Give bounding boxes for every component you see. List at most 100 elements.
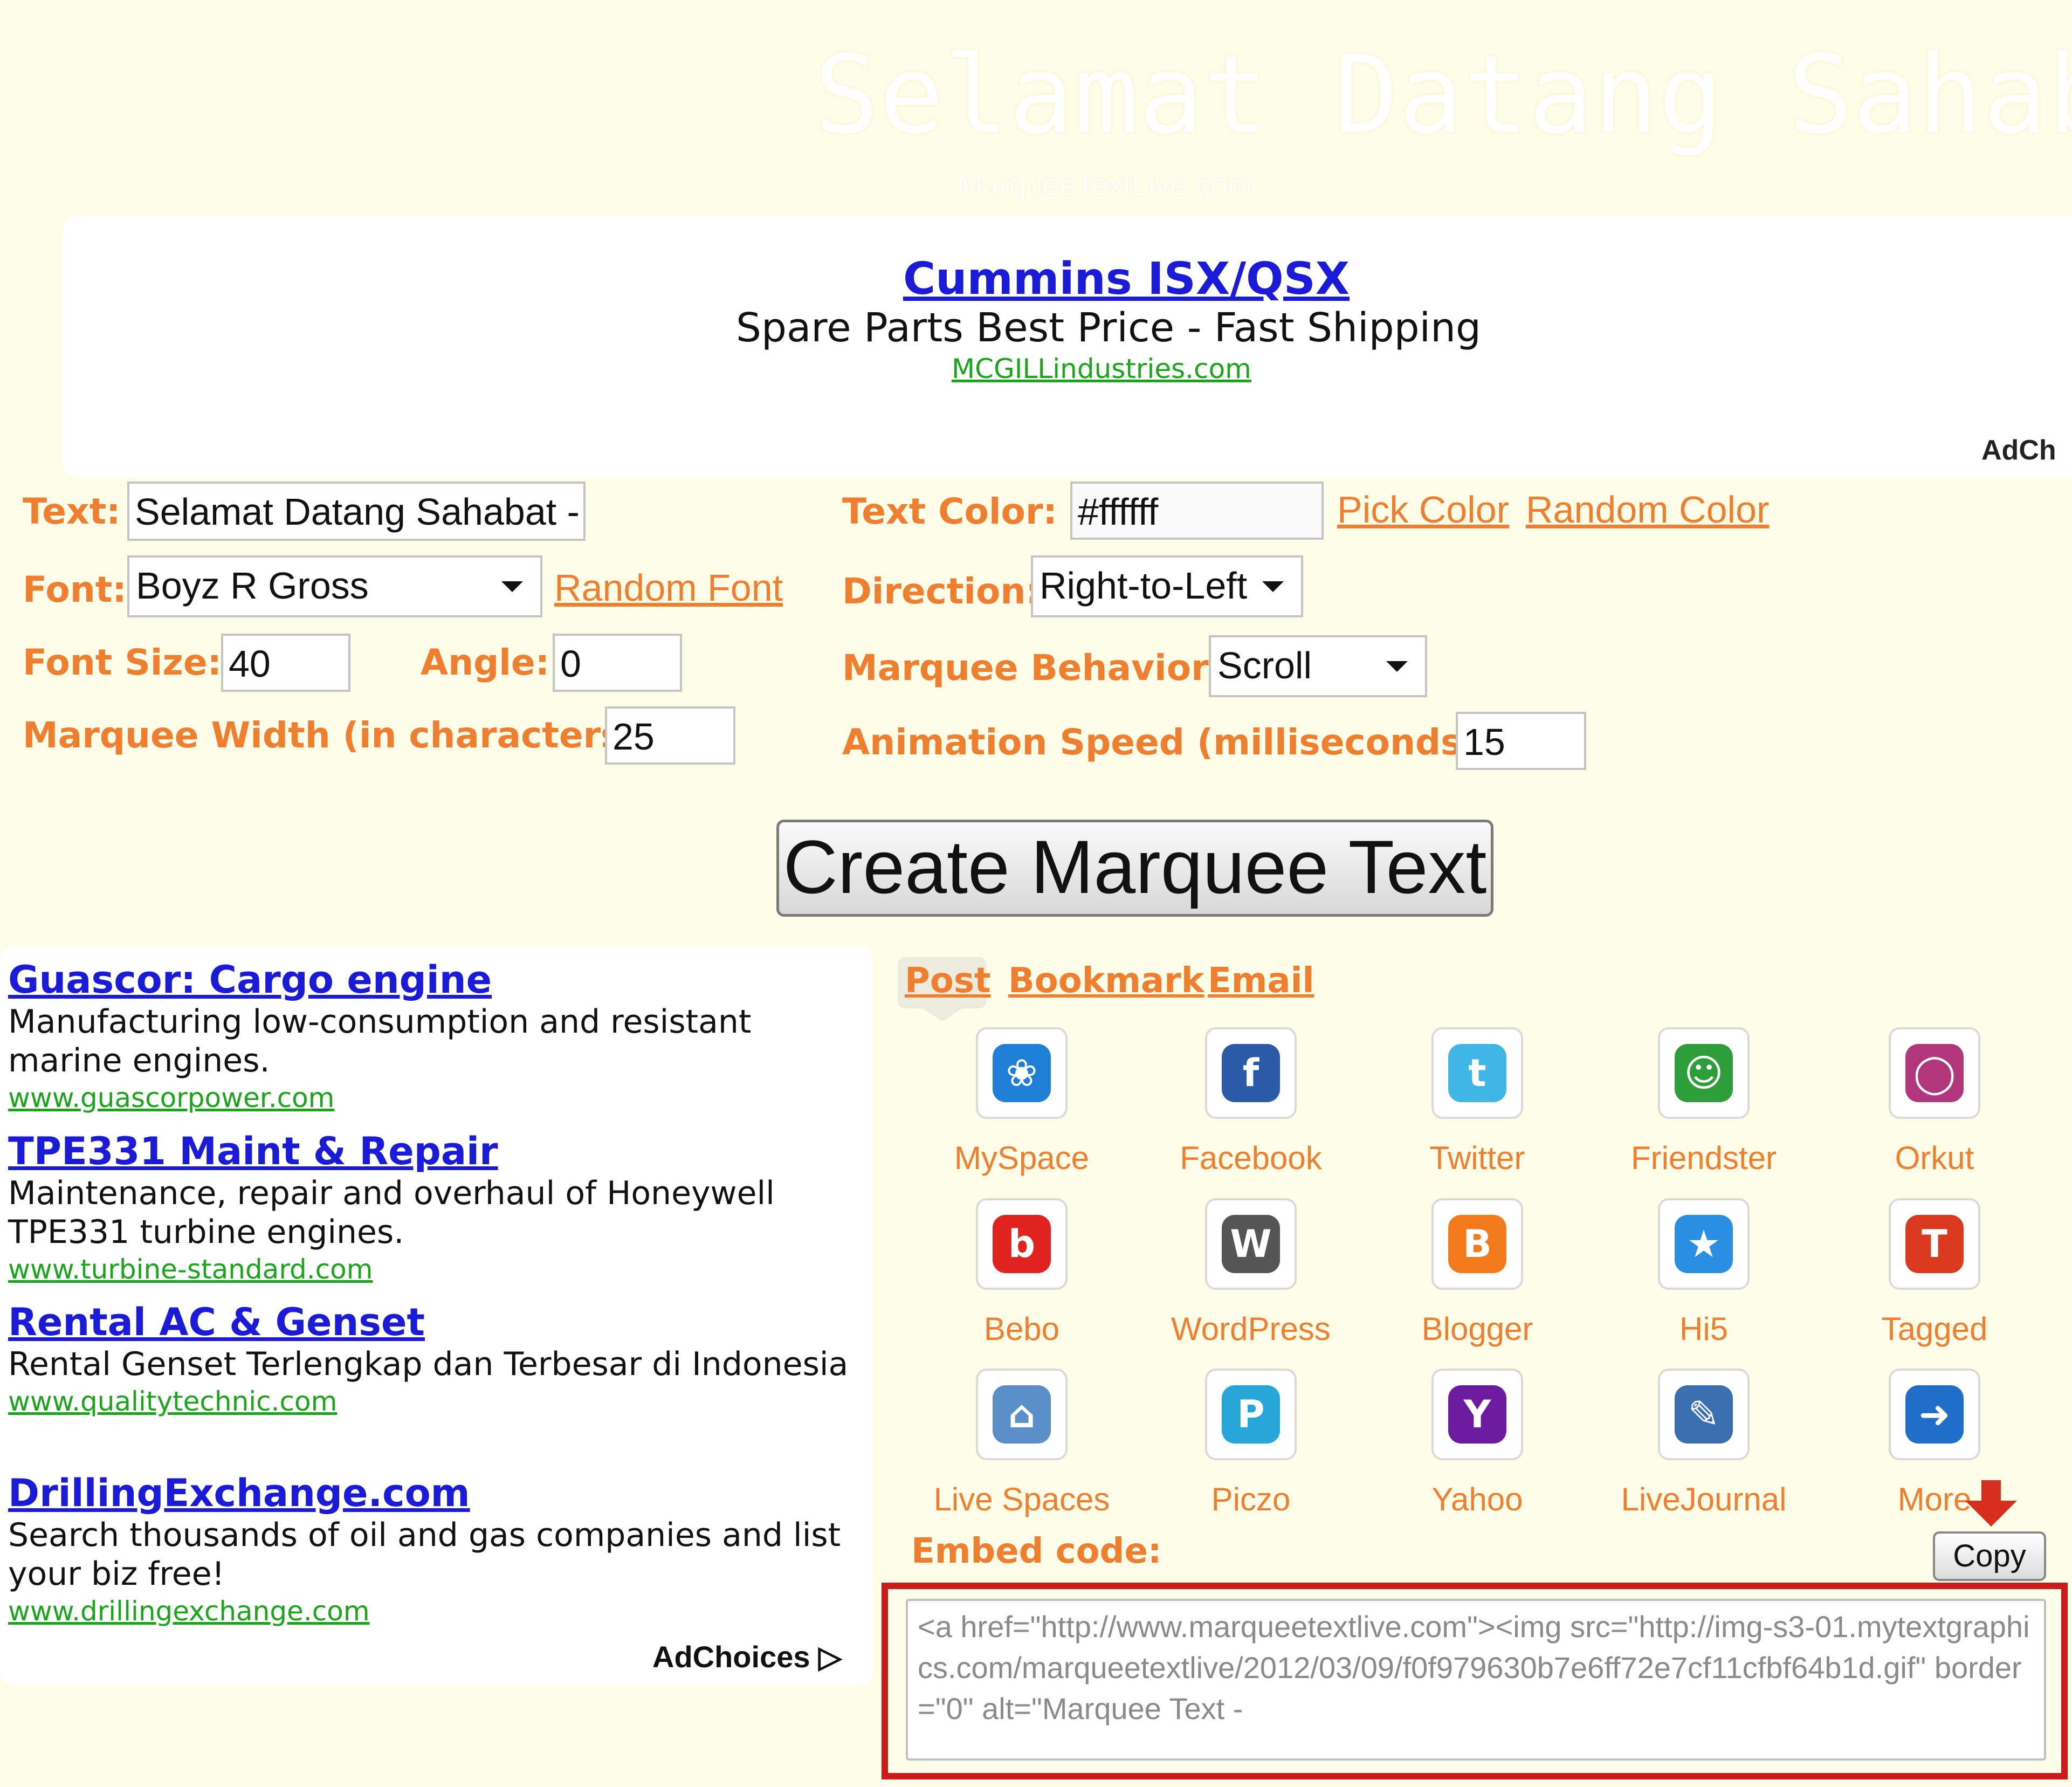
left-ad-url-link[interactable]: www.guascorpower.com bbox=[8, 1080, 849, 1116]
myspace-icon: ❀ bbox=[993, 1044, 1051, 1102]
marquee-behavior-select[interactable]: Scroll bbox=[1209, 635, 1427, 697]
share-item-blogger[interactable]: B Blogger bbox=[1380, 1198, 1574, 1348]
top-adchoices-label[interactable]: AdCh bbox=[1981, 434, 2056, 466]
share-icon-box[interactable]: Y bbox=[1431, 1369, 1523, 1460]
share-item-bebo[interactable]: b Bebo bbox=[925, 1198, 1119, 1348]
left-ad-url-link[interactable]: www.drillingexchange.com bbox=[8, 1593, 849, 1629]
animation-speed-input[interactable]: 15 bbox=[1456, 712, 1586, 770]
share-item-label: Piczo bbox=[1211, 1481, 1291, 1517]
left-ad-url-link[interactable]: www.qualitytechnic.com bbox=[8, 1384, 849, 1419]
font-select-value: Boyz R Gross bbox=[136, 565, 369, 607]
share-icon-box[interactable]: b bbox=[976, 1198, 1068, 1290]
share-icon-box[interactable]: W bbox=[1205, 1198, 1297, 1290]
marquee-preview-text: Selamat Datang Sahab bbox=[814, 32, 2072, 158]
top-ad-title-link[interactable]: Cummins ISX/QSX bbox=[903, 253, 1350, 305]
font-size-label: Font Size: bbox=[23, 642, 222, 683]
random-font-link[interactable]: Random Font bbox=[554, 566, 783, 609]
left-ad-title-link[interactable]: Guascor: Cargo engine bbox=[8, 957, 849, 1002]
top-ad-url-link[interactable]: MCGILLindustries.com bbox=[952, 353, 1251, 384]
random-color-link[interactable]: Random Color bbox=[1526, 488, 1769, 531]
share-icon-box[interactable]: t bbox=[1431, 1027, 1523, 1119]
share-item-wordpress[interactable]: W WordPress bbox=[1154, 1198, 1348, 1348]
left-ad-panel: Guascor: Cargo engine Manufacturing low-… bbox=[0, 946, 873, 1685]
share-item-piczo[interactable]: P Piczo bbox=[1154, 1369, 1348, 1518]
share-item-tagged[interactable]: T Tagged bbox=[1837, 1198, 2032, 1348]
share-item-label: Live Spaces bbox=[933, 1481, 1110, 1517]
orkut-icon: ◯ bbox=[1905, 1044, 1964, 1102]
share-item-label: Twitter bbox=[1429, 1140, 1525, 1176]
embed-code-textarea[interactable]: <a href="http://www.marqueetextlive.com"… bbox=[906, 1599, 2046, 1761]
tab-email[interactable]: Email bbox=[1208, 961, 1314, 1001]
share-icon-box[interactable]: f bbox=[1205, 1027, 1297, 1119]
left-ad-title-link[interactable]: Rental AC & Genset bbox=[8, 1300, 849, 1345]
share-item-label: WordPress bbox=[1171, 1311, 1331, 1347]
left-ad-item: DrillingExchange.com Search thousands of… bbox=[8, 1470, 849, 1629]
share-item-livejournal[interactable]: ✎ LiveJournal bbox=[1607, 1369, 1801, 1518]
text-input[interactable]: Selamat Datang Sahabat - bbox=[127, 482, 586, 541]
font-select[interactable]: Boyz R Gross bbox=[127, 555, 542, 617]
share-icon-box[interactable]: ★ bbox=[1658, 1198, 1750, 1290]
left-ad-item: Guascor: Cargo engine Manufacturing low-… bbox=[8, 957, 849, 1116]
tab-post[interactable]: Post bbox=[905, 961, 991, 1001]
angle-input[interactable]: 0 bbox=[553, 634, 682, 692]
share-item-hi5[interactable]: ★ Hi5 bbox=[1607, 1198, 1801, 1348]
left-ad-title-link[interactable]: DrillingExchange.com bbox=[8, 1470, 849, 1516]
left-ad-item: TPE331 Maint & Repair Maintenance, repai… bbox=[8, 1129, 849, 1287]
left-ad-item: Rental AC & Genset Rental Genset Terleng… bbox=[8, 1300, 849, 1419]
share-icon-box[interactable]: P bbox=[1205, 1369, 1297, 1460]
share-icon-box[interactable]: ❀ bbox=[976, 1027, 1068, 1119]
left-ad-title-link[interactable]: TPE331 Maint & Repair bbox=[8, 1129, 849, 1174]
share-icon-box[interactable]: ⌂ bbox=[976, 1369, 1068, 1460]
top-ad-banner: Cummins ISX/QSX Spare Parts Best Price -… bbox=[62, 216, 2072, 477]
red-arrow-icon bbox=[1981, 1480, 2001, 1502]
live-spaces-icon: ⌂ bbox=[993, 1385, 1051, 1444]
share-item-facebook[interactable]: f Facebook bbox=[1154, 1027, 1348, 1177]
share-icon-box[interactable]: B bbox=[1431, 1198, 1523, 1290]
font-size-input[interactable]: 40 bbox=[221, 634, 350, 692]
share-item-label: MySpace bbox=[954, 1140, 1090, 1176]
create-marquee-button[interactable]: Create Marquee Text bbox=[776, 820, 1493, 917]
copy-button[interactable]: Copy bbox=[1933, 1531, 2046, 1581]
text-color-input[interactable]: #ffffff bbox=[1070, 482, 1324, 540]
share-item-twitter[interactable]: t Twitter bbox=[1380, 1027, 1574, 1177]
marquee-behavior-label: Marquee Behavior: bbox=[842, 647, 1223, 689]
share-icon-box[interactable]: T bbox=[1889, 1198, 1980, 1290]
share-item-yahoo[interactable]: Y Yahoo bbox=[1380, 1369, 1574, 1518]
share-item-label: Bebo bbox=[983, 1311, 1060, 1347]
left-ad-description: Maintenance, repair and overhaul of Hone… bbox=[8, 1174, 775, 1251]
more-arrow-icon: ➜ bbox=[1905, 1385, 1964, 1444]
share-item-orkut[interactable]: ◯ Orkut bbox=[1837, 1027, 2032, 1177]
share-icon-box[interactable]: ➜ bbox=[1889, 1369, 1980, 1460]
share-item-myspace[interactable]: ❀ MySpace bbox=[925, 1027, 1119, 1177]
piczo-icon: P bbox=[1222, 1385, 1280, 1444]
share-icon-box[interactable]: ☺ bbox=[1658, 1027, 1750, 1119]
marquee-preview-credit: MarqueeTextLive.com bbox=[957, 168, 1252, 202]
friendster-icon: ☺ bbox=[1675, 1044, 1733, 1102]
left-adchoices-label[interactable]: AdChoices ▷ bbox=[652, 1639, 842, 1675]
animation-speed-label: Animation Speed (milliseconds): bbox=[842, 721, 1493, 763]
blogger-icon: B bbox=[1448, 1215, 1506, 1273]
left-ad-description: Search thousands of oil and gas companie… bbox=[8, 1516, 841, 1593]
share-icon-box[interactable]: ◯ bbox=[1889, 1027, 1980, 1119]
share-item-more[interactable]: ➜ More bbox=[1837, 1369, 2032, 1518]
angle-label: Angle: bbox=[421, 642, 550, 683]
share-item-label: Tagged bbox=[1881, 1311, 1988, 1347]
share-item-label: Yahoo bbox=[1431, 1481, 1523, 1517]
direction-select[interactable]: Right-to-Left bbox=[1031, 555, 1303, 617]
top-cut-text: · · · · · · · bbox=[22, 0, 327, 11]
share-item-label: Orkut bbox=[1895, 1140, 1974, 1176]
livejournal-icon: ✎ bbox=[1675, 1385, 1733, 1444]
pick-color-link[interactable]: Pick Color bbox=[1337, 488, 1509, 531]
left-ad-url-link[interactable]: www.turbine-standard.com bbox=[8, 1252, 849, 1287]
share-item-live-spaces[interactable]: ⌂ Live Spaces bbox=[925, 1369, 1119, 1518]
behavior-select-value: Scroll bbox=[1217, 644, 1312, 686]
share-item-label: Blogger bbox=[1421, 1311, 1533, 1347]
direction-select-value: Right-to-Left bbox=[1040, 565, 1248, 607]
left-ad-description: Manufacturing low-consumption and resist… bbox=[8, 1003, 752, 1080]
marquee-width-input[interactable]: 25 bbox=[605, 706, 735, 765]
share-icon-box[interactable]: ✎ bbox=[1658, 1369, 1750, 1460]
share-item-friendster[interactable]: ☺ Friendster bbox=[1607, 1027, 1801, 1177]
tab-bookmark[interactable]: Bookmark bbox=[1008, 961, 1204, 1001]
chevron-down-icon bbox=[1386, 661, 1408, 672]
facebook-icon: f bbox=[1222, 1044, 1280, 1102]
